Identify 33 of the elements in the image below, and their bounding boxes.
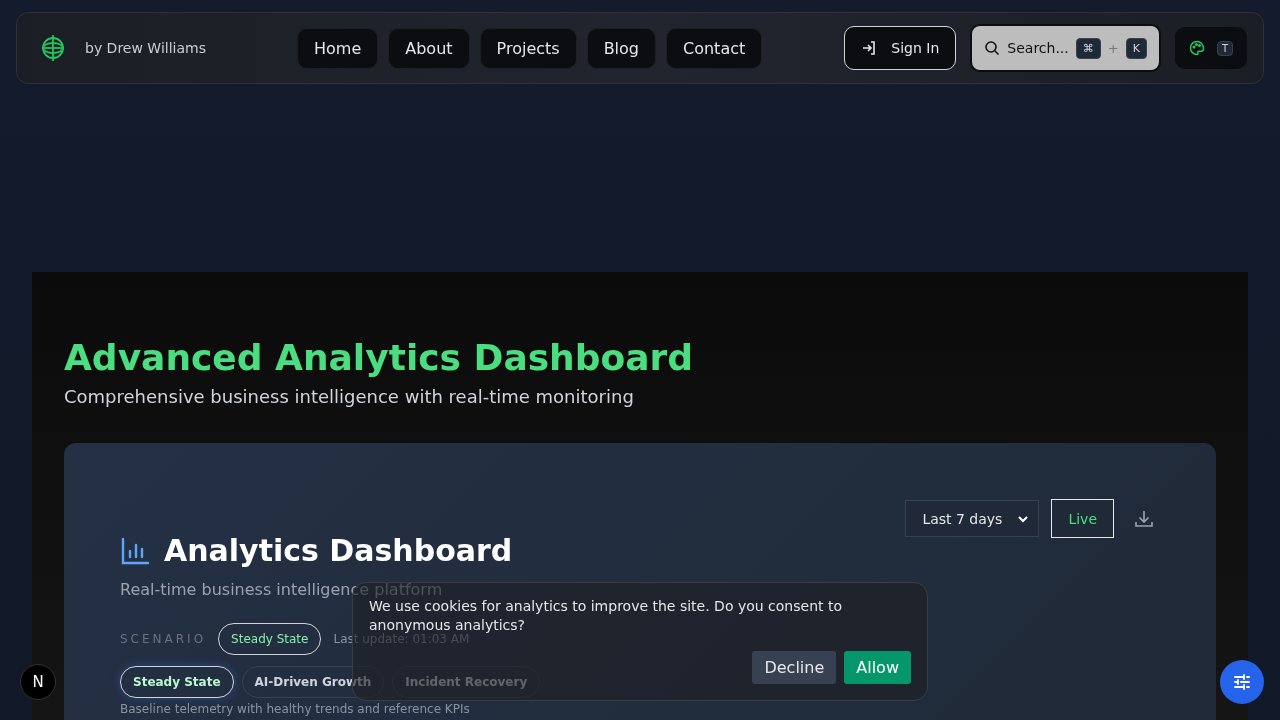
chevron-down-icon <box>1018 514 1029 523</box>
scenario-label: SCENARIO <box>120 632 207 646</box>
dev-tools-button[interactable]: N <box>20 664 56 700</box>
date-range-select[interactable]: Last 7 days <box>905 500 1040 537</box>
sign-in-button[interactable]: Sign In <box>844 26 957 70</box>
scenario-description: Baseline telemetry with healthy trends and reference KPIs <box>120 702 471 716</box>
theme-button[interactable]: T <box>1174 27 1247 69</box>
page-subtitle: Comprehensive business intelligence with real-time monitoring <box>64 386 635 407</box>
sign-in-icon <box>861 40 878 56</box>
live-button[interactable]: Live <box>1051 499 1114 538</box>
nav-link[interactable]: Contact <box>666 27 763 69</box>
palette-icon <box>1188 40 1205 56</box>
nav-link[interactable]: Home <box>297 27 379 69</box>
page-title: Advanced Analytics Dashboard <box>64 336 695 380</box>
cookie-message: We use cookies for analytics to improve the site. Do you consent to anonymous analytics? <box>369 598 843 634</box>
keyboard-key: T <box>1216 40 1233 56</box>
keyboard-key: ⌘ <box>1075 37 1101 59</box>
bar-chart-icon <box>120 535 150 566</box>
byline: by Drew Williams <box>85 40 206 56</box>
plus-sign: + <box>1107 40 1119 56</box>
decline-button[interactable]: Decline <box>752 651 837 684</box>
globe-logo-icon[interactable] <box>39 34 67 62</box>
search-icon <box>984 40 1001 56</box>
nav-link[interactable]: Projects <box>479 27 577 69</box>
nav-link[interactable]: Blog <box>586 27 656 69</box>
sliders-icon <box>1232 672 1252 692</box>
search-button[interactable]: Search... ⌘ + K <box>970 24 1161 72</box>
search-placeholder: Search... <box>1007 40 1069 56</box>
dashboard-title: Analytics Dashboard <box>164 533 513 568</box>
allow-button[interactable]: Allow <box>844 651 911 684</box>
nav-link[interactable]: About <box>388 27 470 69</box>
keyboard-key: K <box>1125 37 1147 59</box>
download-icon[interactable] <box>1134 508 1154 529</box>
